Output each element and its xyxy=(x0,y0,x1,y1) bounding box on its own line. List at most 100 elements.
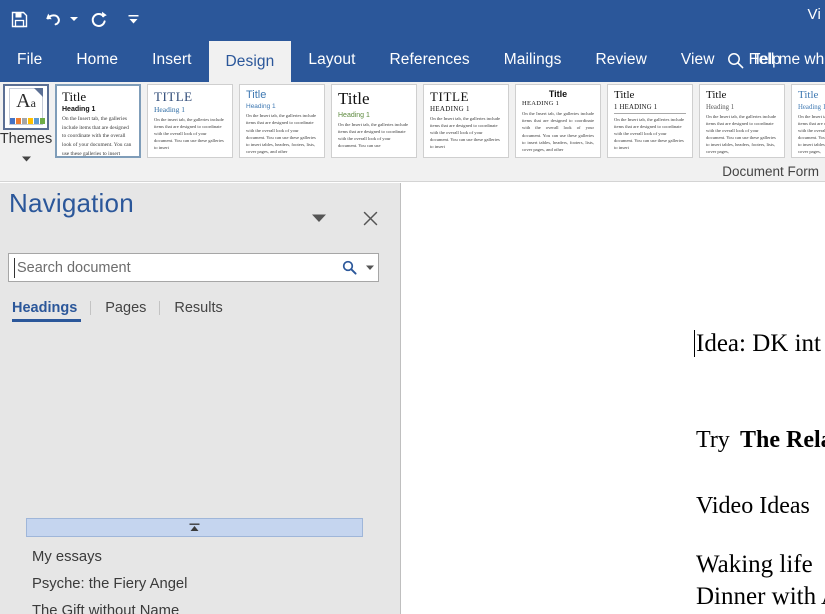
search-document-box[interactable] xyxy=(8,253,379,282)
text-caret xyxy=(694,330,695,357)
ribbon-tab-strip: File Home Insert Design Layout Reference… xyxy=(0,38,825,82)
style-set-thumbnail[interactable]: Title Heading 1 On the Insert tab, the g… xyxy=(331,84,417,158)
style-thumb-title: Title xyxy=(246,89,267,101)
themes-group: Aa Themes xyxy=(0,82,52,181)
navigation-pane: Navigation Headings xyxy=(0,183,401,614)
style-set-thumbnail[interactable]: Title Heading 1 On the Insert tab, the g… xyxy=(791,84,825,158)
style-thumb-heading: Heading 1 xyxy=(706,103,735,111)
list-item[interactable]: The Gift without Name xyxy=(0,597,400,614)
style-thumb-heading: Heading 1 xyxy=(62,105,96,113)
style-thumb-heading: Heading 1 xyxy=(154,104,186,114)
search-icon xyxy=(727,52,744,69)
ribbon-tab-file[interactable]: File xyxy=(0,38,59,82)
tell-me-label: Tell me wh xyxy=(751,51,825,68)
style-thumb-heading: Heading 1 xyxy=(338,111,370,119)
style-thumb-title: Title xyxy=(338,89,370,108)
style-thumb-body: On the Insert tab, the galleries include… xyxy=(430,115,501,150)
nav-tab-label: Results xyxy=(174,300,223,316)
undo-dropdown-icon[interactable] xyxy=(68,4,80,34)
style-thumb-heading: Heading 1 xyxy=(246,102,276,110)
close-icon[interactable] xyxy=(358,207,382,229)
style-thumb-title: Title xyxy=(798,89,819,101)
document-line[interactable]: Video Ideas xyxy=(696,493,810,520)
tell-me-search[interactable]: Tell me wh xyxy=(727,38,824,82)
style-set-thumbnail[interactable]: Title Heading 1 On the Insert tab, the g… xyxy=(699,84,785,158)
window-title: Vi xyxy=(807,6,821,23)
nav-tab-results[interactable]: Results xyxy=(160,300,236,322)
style-set-thumbnail[interactable]: Title 1 HEADING 1 On the Insert tab, the… xyxy=(607,84,693,158)
save-icon[interactable] xyxy=(4,4,34,34)
style-thumb-title: Title xyxy=(548,89,568,99)
heading-list[interactable]: My essays Psyche: the Fiery Angel The Gi… xyxy=(0,543,400,614)
style-thumb-body: On the Insert tab, the galleries include… xyxy=(246,113,317,154)
themes-icon[interactable]: Aa xyxy=(3,84,49,130)
title-bar: Vi xyxy=(0,0,825,38)
themes-label: Themes xyxy=(0,131,53,147)
document-area[interactable]: Idea: DK int Try The Rela Video Ideas Wa… xyxy=(402,183,825,614)
text-caret xyxy=(14,258,15,278)
document-line[interactable]: Waking life xyxy=(696,551,813,579)
themes-color-swatches xyxy=(10,118,45,124)
style-thumb-body: On the insert tab, the galleries include… xyxy=(154,116,224,150)
style-thumb-rule xyxy=(614,112,686,114)
list-item[interactable]: My essays xyxy=(0,543,400,570)
style-set-thumbnail[interactable]: TITLE Heading 1 On the insert tab, the g… xyxy=(147,84,233,158)
style-thumb-title: Title xyxy=(706,89,727,101)
ribbon-tab-mailings[interactable]: Mailings xyxy=(487,38,579,82)
style-set-thumbnail[interactable]: Title HEADING 1 On the Insert tab, the g… xyxy=(515,84,601,158)
ribbon-tab-home[interactable]: Home xyxy=(59,38,135,82)
style-thumb-body: On the Insert tab, the galleries include… xyxy=(522,111,594,152)
style-thumb-body: On the Insert tab, the galleries include… xyxy=(798,113,825,155)
ribbon-body: Aa Themes Title Heading 1 On the Insert … xyxy=(0,82,825,182)
nav-tab-label: Headings xyxy=(12,300,78,316)
document-line[interactable]: Try xyxy=(696,427,730,454)
document-line[interactable]: Idea: DK int xyxy=(696,330,821,358)
scroll-up-icon xyxy=(189,519,200,537)
style-set-thumbnail[interactable]: Title Heading 1 On the Insert tab, the g… xyxy=(239,84,325,158)
themes-aa-glyph: Aa xyxy=(16,90,36,112)
chevron-down-icon[interactable] xyxy=(308,209,330,227)
style-thumb-title: TITLE xyxy=(154,89,193,104)
nav-tab-pages[interactable]: Pages xyxy=(91,300,161,322)
style-set-thumbnail[interactable]: Title Heading 1 On the Insert tab, the g… xyxy=(55,84,141,158)
style-thumb-heading: HEADING 1 xyxy=(430,104,470,113)
nav-tab-label: Pages xyxy=(105,300,147,316)
ribbon-tab-view[interactable]: View xyxy=(664,38,732,82)
ribbon-tab-design[interactable]: Design xyxy=(208,41,292,82)
ribbon-tab-layout[interactable]: Layout xyxy=(291,38,372,82)
ribbon-tab-insert[interactable]: Insert xyxy=(135,38,208,82)
style-thumb-heading: HEADING 1 xyxy=(522,100,560,108)
ribbon-tab-references[interactable]: References xyxy=(373,38,487,82)
document-page[interactable]: Idea: DK int Try The Rela Video Ideas Wa… xyxy=(678,183,825,614)
style-thumb-heading: 1 HEADING 1 xyxy=(614,103,658,111)
list-item[interactable]: Psyche: the Fiery Angel xyxy=(0,570,400,597)
themes-dropdown-icon[interactable] xyxy=(21,149,31,167)
style-set-gallery[interactable]: Title Heading 1 On the Insert tab, the g… xyxy=(55,84,825,164)
nav-tab-headings[interactable]: Headings xyxy=(8,300,92,322)
navigation-tabs: Headings Pages Results xyxy=(8,300,237,322)
page-title: Navigation xyxy=(9,188,134,218)
style-thumb-body: On the Insert tab, the galleries include… xyxy=(338,122,409,149)
ribbon-tab-review[interactable]: Review xyxy=(578,38,663,82)
style-thumb-body: On the Insert tab, the galleries include… xyxy=(62,115,132,157)
style-set-thumbnail[interactable]: TITLE HEADING 1 On the Insert tab, the g… xyxy=(423,84,509,158)
style-thumb-body: On the Insert tab, the galleries include… xyxy=(706,113,777,155)
search-input[interactable] xyxy=(9,259,336,276)
style-thumb-heading: Heading 1 xyxy=(798,103,825,111)
ribbon-tabs: File Home Insert Design Layout Reference… xyxy=(0,38,825,82)
undo-icon[interactable] xyxy=(38,4,68,34)
document-formatting-group-label: Document Form xyxy=(722,164,819,179)
chevron-down-icon[interactable] xyxy=(362,254,378,281)
quick-access-toolbar xyxy=(0,0,148,38)
redo-icon[interactable] xyxy=(84,4,114,34)
document-line[interactable]: Dinner with A xyxy=(696,583,825,611)
document-line-bold[interactable]: The Rela xyxy=(740,427,825,454)
customize-quick-access-icon[interactable] xyxy=(118,4,148,34)
style-thumb-body: On the Insert tab, the galleries include… xyxy=(614,116,685,151)
navigation-pane-header: Navigation xyxy=(0,183,401,235)
style-thumb-title: Title xyxy=(62,89,87,104)
scroll-up-indicator[interactable] xyxy=(26,518,363,537)
style-thumb-title: TITLE xyxy=(430,89,470,104)
style-thumb-title: Title xyxy=(614,89,635,101)
search-icon[interactable] xyxy=(336,254,362,281)
